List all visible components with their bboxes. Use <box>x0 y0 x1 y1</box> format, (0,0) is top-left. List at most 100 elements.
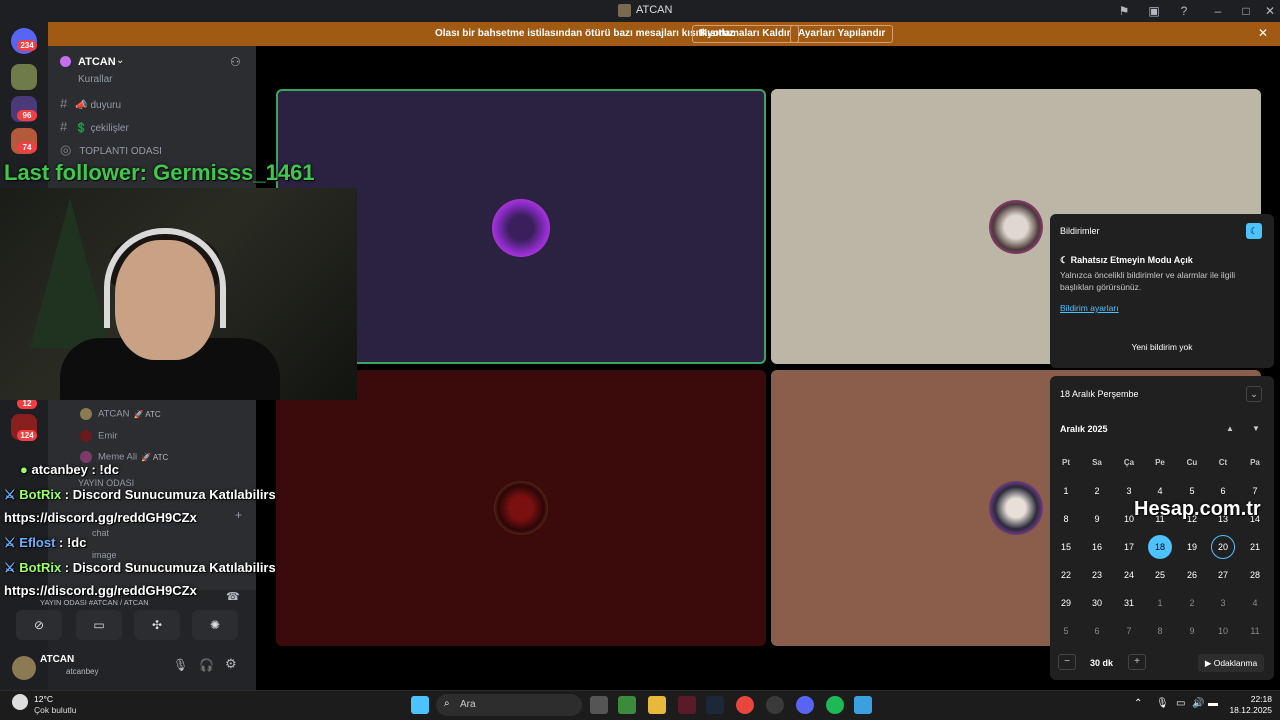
chevron-down-icon[interactable]: ⌄ <box>116 55 124 66</box>
calendar-day[interactable]: 29 <box>1052 592 1080 614</box>
calendar-day[interactable]: 20 <box>1211 535 1235 559</box>
mic-tray-icon[interactable]: 🎙 <box>1156 698 1169 709</box>
file-explorer-icon[interactable] <box>648 696 666 714</box>
calendar-day[interactable]: 31 <box>1115 592 1143 614</box>
calendar-day[interactable]: 3 <box>1209 592 1237 614</box>
clock-date[interactable]: 18.12.2025 <box>1212 705 1272 715</box>
camera-off-button[interactable]: ⊘ <box>16 610 62 640</box>
task-view-icon[interactable] <box>590 696 608 714</box>
calendar-day[interactable]: 15 <box>1052 536 1080 558</box>
server-name[interactable]: ATCAN <box>78 56 116 68</box>
tray-expand-icon[interactable]: ⌃ <box>1134 698 1142 709</box>
app-icon[interactable] <box>766 696 784 714</box>
minecraft-icon[interactable] <box>618 696 636 714</box>
settings-gear-icon[interactable]: ⚙ <box>225 656 237 672</box>
calendar-day[interactable]: 21 <box>1241 536 1269 558</box>
weekday-label: Ça <box>1123 458 1135 467</box>
calendar-day[interactable]: 25 <box>1146 564 1174 586</box>
clock-time[interactable]: 22:18 <box>1222 694 1272 704</box>
server-boost-icon <box>60 56 71 67</box>
next-month-icon[interactable]: ▼ <box>1252 424 1260 433</box>
calendar-day[interactable]: 1 <box>1052 480 1080 502</box>
channel-item[interactable]: Kurallar <box>78 74 112 85</box>
calendar-day[interactable]: 8 <box>1146 620 1174 642</box>
invite-icon[interactable]: ⚇ <box>230 55 241 69</box>
add-channel-icon[interactable]: + <box>235 508 242 522</box>
close-button[interactable]: ✕ <box>1262 3 1278 19</box>
calendar-month[interactable]: Aralık 2025 <box>1060 424 1108 434</box>
focus-button[interactable]: ▶ Odaklanma <box>1198 654 1264 672</box>
participant-tile[interactable] <box>276 370 766 646</box>
notice-close-icon[interactable]: ✕ <box>1258 26 1268 40</box>
calendar-day[interactable]: 1 <box>1146 592 1174 614</box>
calendar-day[interactable]: 19 <box>1178 536 1206 558</box>
channel-item[interactable]: chat <box>92 528 109 538</box>
calendar-day[interactable]: 18 <box>1148 535 1172 559</box>
flag-icon[interactable]: ⚑ <box>1116 3 1132 19</box>
calendar-day[interactable]: 30 <box>1083 592 1111 614</box>
microphone-icon[interactable]: 🎙 <box>173 658 188 672</box>
network-icon[interactable]: ▭ <box>1176 698 1185 709</box>
configure-settings-button[interactable]: Ayarları Yapılandır <box>790 25 894 43</box>
help-icon[interactable]: ? <box>1176 3 1192 19</box>
avatar <box>989 200 1043 254</box>
calendar-day[interactable]: 11 <box>1241 620 1269 642</box>
voice-member[interactable]: ATCAN 🚀 ATC <box>80 408 161 420</box>
calendar-day[interactable]: 4 <box>1241 592 1269 614</box>
user-panel: ATCAN atcanbey 🎙 🎧 ⚙ <box>12 650 256 690</box>
collapse-calendar-button[interactable]: ⌄ <box>1246 386 1262 402</box>
app-icon[interactable] <box>678 696 696 714</box>
search-box[interactable]: ⌕ Ara <box>436 694 582 716</box>
steam-icon[interactable] <box>706 696 724 714</box>
calendar-day[interactable]: 7 <box>1115 620 1143 642</box>
calendar-day[interactable]: 8 <box>1052 508 1080 530</box>
screen-share-button[interactable]: ▭ <box>76 610 122 640</box>
channel-item[interactable]: # 📣 duyuru <box>60 96 121 111</box>
dnd-description: Yalnızca öncelikli bildirimler ve alarml… <box>1060 270 1236 292</box>
calendar-day[interactable]: 10 <box>1209 620 1237 642</box>
maximize-button[interactable]: □ <box>1238 3 1254 19</box>
calendar-panel: 18 Aralık Perşembe ⌄ Aralık 2025 ▲ ▼ Pt S… <box>1050 376 1274 680</box>
calendar-day[interactable]: 22 <box>1052 564 1080 586</box>
increase-focus-button[interactable]: + <box>1128 654 1146 670</box>
decrease-focus-button[interactable]: − <box>1058 654 1076 670</box>
channel-item[interactable]: ◎ TOPLANTI ODASI <box>60 142 162 158</box>
calendar-day[interactable]: 23 <box>1083 564 1111 586</box>
notification-settings-link[interactable]: Bildirim ayarları <box>1060 303 1119 313</box>
calendar-day[interactable]: 2 <box>1178 592 1206 614</box>
calendar-day[interactable]: 9 <box>1178 620 1206 642</box>
calendar-day[interactable]: 17 <box>1115 536 1143 558</box>
start-icon[interactable] <box>411 696 429 714</box>
calendar-day[interactable]: 27 <box>1209 564 1237 586</box>
spotify-icon[interactable] <box>826 696 844 714</box>
calendar-day[interactable]: 28 <box>1241 564 1269 586</box>
soundboard-button[interactable]: ✺ <box>192 610 238 640</box>
calendar-day[interactable]: 6 <box>1083 620 1111 642</box>
dnd-toggle-icon[interactable]: ☾ <box>1246 223 1262 239</box>
calendar-day[interactable]: 24 <box>1115 564 1143 586</box>
weather-icon[interactable] <box>12 694 28 710</box>
calendar-day[interactable]: 16 <box>1083 536 1111 558</box>
channel-item[interactable]: image <box>92 550 117 560</box>
activities-button[interactable]: ✣ <box>134 610 180 640</box>
channel-item[interactable]: # 💲 çekilişler <box>60 119 129 134</box>
discord-icon[interactable] <box>796 696 814 714</box>
user-name: ATCAN <box>40 654 75 665</box>
volume-icon[interactable]: 🔊 <box>1192 698 1204 709</box>
calendar-day[interactable]: 2 <box>1083 480 1111 502</box>
headphones-icon[interactable]: 🎧 <box>199 658 214 672</box>
avatar[interactable] <box>12 656 36 680</box>
app-icon[interactable] <box>854 696 872 714</box>
voice-member[interactable]: Emir <box>80 430 118 442</box>
chrome-icon[interactable] <box>736 696 754 714</box>
server-icon[interactable] <box>11 64 37 90</box>
remove-restrictions-button[interactable]: Kısıtlamaları Kaldır <box>692 25 799 43</box>
disconnect-icon[interactable]: ☎ <box>226 590 240 603</box>
calendar-day[interactable]: 9 <box>1083 508 1111 530</box>
previous-month-icon[interactable]: ▲ <box>1226 424 1234 433</box>
inbox-icon[interactable]: ▣ <box>1146 3 1162 19</box>
calendar-day[interactable]: 5 <box>1052 620 1080 642</box>
calendar-day[interactable]: 26 <box>1178 564 1206 586</box>
minimize-button[interactable]: – <box>1210 3 1226 19</box>
stage-icon: ◎ <box>60 142 72 157</box>
